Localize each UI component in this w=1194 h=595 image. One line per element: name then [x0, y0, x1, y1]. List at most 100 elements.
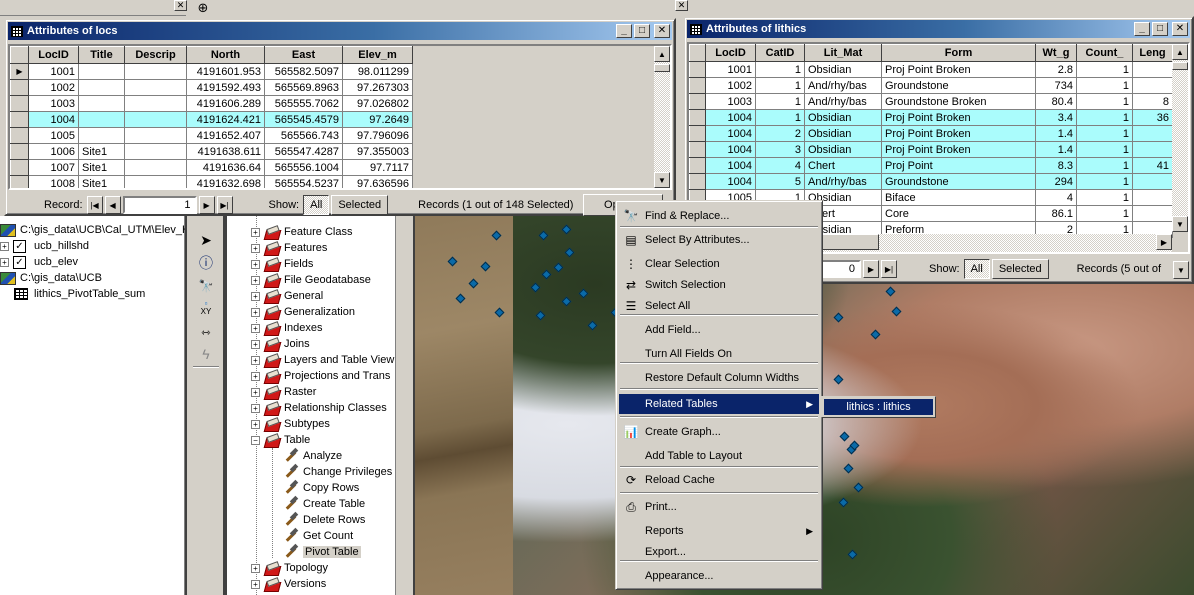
cell-form[interactable]: Groundstone: [881, 173, 1036, 190]
menu-item-find-replace[interactable]: 🔭 Find & Replace...: [619, 206, 819, 226]
row-selector[interactable]: [689, 141, 706, 158]
identify-icon[interactable]: ⓘ: [195, 253, 217, 273]
cell-elev_m[interactable]: 97.2649: [342, 111, 413, 128]
menu-item-related-tables[interactable]: Related Tables ▶: [619, 394, 819, 414]
column-header-wtg[interactable]: Wt_g: [1035, 44, 1077, 62]
maximize-button[interactable]: □: [1152, 22, 1168, 36]
cell-east[interactable]: 565554.5237: [264, 175, 343, 188]
scroll-thumb[interactable]: [1172, 62, 1188, 70]
cell-count[interactable]: 1: [1076, 77, 1133, 94]
cell-form[interactable]: Groundstone: [881, 77, 1036, 94]
hyperlink-icon[interactable]: ϟ: [195, 344, 217, 364]
cell-descrip[interactable]: [124, 111, 187, 128]
cell-title[interactable]: Site1: [78, 143, 125, 160]
zoom-in-icon[interactable]: ⊕: [193, 0, 213, 16]
row-selector[interactable]: ▶: [10, 63, 29, 80]
cell-leng[interactable]: [1132, 141, 1173, 158]
cell-north[interactable]: 4191624.421: [186, 111, 265, 128]
docked-panel-close-icon-2[interactable]: ✕: [675, 0, 688, 11]
toolset-item[interactable]: + Feature Class: [251, 224, 352, 240]
cell-locid[interactable]: 1006: [28, 143, 79, 160]
column-header-title[interactable]: Title: [78, 46, 125, 64]
toc-layer-elev[interactable]: + ✓ ucb_elev: [0, 254, 78, 270]
cell-elev_m[interactable]: 97.267303: [342, 79, 413, 96]
toolset-item[interactable]: + Generalization: [251, 304, 355, 320]
cell-descrip[interactable]: [124, 95, 187, 112]
cell-locid[interactable]: 1003: [28, 95, 79, 112]
collapse-icon[interactable]: −: [251, 435, 260, 445]
cell-title[interactable]: [78, 127, 125, 144]
show-selected-button[interactable]: Selected: [331, 195, 389, 215]
scroll-up-button[interactable]: ▲: [1172, 44, 1188, 60]
toolset-item[interactable]: + Indexes: [251, 320, 323, 336]
cell-locid[interactable]: 1005: [28, 127, 79, 144]
cell-east[interactable]: 565566.743: [264, 127, 343, 144]
cell-wtg[interactable]: 1.4: [1035, 125, 1077, 142]
scroll-thumb[interactable]: [654, 64, 670, 72]
toolset-item[interactable]: + Versions: [251, 576, 326, 592]
cell-catid[interactable]: 5: [755, 173, 805, 190]
cell-title[interactable]: Site1: [78, 175, 125, 188]
cell-count[interactable]: 1: [1076, 189, 1133, 206]
tool-item[interactable]: Copy Rows: [283, 480, 359, 496]
table-row[interactable]: 1004 5 And/rhy/bas Groundstone 294 1: [689, 173, 1173, 190]
column-header-descrip[interactable]: Descrip: [124, 46, 187, 64]
cell-north[interactable]: 4191632.698: [186, 175, 265, 188]
cell-north[interactable]: 4191601.953: [186, 63, 265, 80]
cell-count[interactable]: 1: [1076, 157, 1133, 174]
row-selector[interactable]: [689, 173, 706, 190]
column-header-locid[interactable]: LocID: [28, 46, 79, 64]
toolset-item[interactable]: + Relationship Classes: [251, 400, 387, 416]
tool-item[interactable]: Get Count: [283, 528, 353, 544]
cell-east[interactable]: 565569.8963: [264, 79, 343, 96]
cell-wtg[interactable]: 294: [1035, 173, 1077, 190]
cell-catid[interactable]: 1: [755, 61, 805, 78]
cell-locid[interactable]: 1002: [705, 77, 756, 94]
cell-locid[interactable]: 1004: [705, 157, 756, 174]
cell-wtg[interactable]: 86.1: [1035, 205, 1077, 222]
tool-item[interactable]: Create Table: [283, 496, 365, 512]
cell-leng[interactable]: 36: [1132, 109, 1173, 126]
cell-form[interactable]: Biface: [881, 189, 1036, 206]
row-selector[interactable]: [10, 111, 29, 128]
cell-catid[interactable]: 1: [755, 77, 805, 94]
row-selector[interactable]: [10, 175, 29, 188]
scroll-down-button[interactable]: ▼: [654, 172, 670, 188]
scroll-down-button[interactable]: ▼: [1172, 216, 1188, 232]
cell-locid[interactable]: 1002: [28, 79, 79, 96]
table-row[interactable]: 1004 4191624.421 565545.4579 97.2649: [10, 111, 413, 128]
row-selector[interactable]: [10, 95, 29, 112]
cell-count[interactable]: 1: [1076, 125, 1133, 142]
cell-count[interactable]: 1: [1076, 109, 1133, 126]
cell-form[interactable]: Groundstone Broken: [881, 93, 1036, 110]
show-all-button[interactable]: All: [963, 259, 990, 279]
toolset-item[interactable]: + Raster: [251, 384, 316, 400]
menu-item-add-field[interactable]: Add Field...: [619, 320, 819, 340]
record-number-input[interactable]: 1: [122, 196, 197, 214]
show-selected-button[interactable]: Selected: [991, 259, 1049, 279]
expand-icon[interactable]: +: [251, 387, 260, 397]
go-to-xy-icon[interactable]: ▫ XY: [195, 298, 217, 318]
row-selector[interactable]: [689, 109, 706, 126]
options-dropdown-button[interactable]: ▼: [1173, 261, 1189, 279]
row-selector[interactable]: [689, 77, 706, 94]
table-row[interactable]: 1007 Site1 4191636.64 565556.1004 97.7117: [10, 159, 413, 176]
cell-wtg[interactable]: 8.3: [1035, 157, 1077, 174]
cell-count[interactable]: 1: [1076, 93, 1133, 110]
cell-descrip[interactable]: [124, 127, 187, 144]
cell-leng[interactable]: [1132, 77, 1173, 94]
cell-wtg[interactable]: 2.8: [1035, 61, 1077, 78]
cell-wtg[interactable]: 80.4: [1035, 93, 1077, 110]
toolset-item[interactable]: + File Geodatabase: [251, 272, 371, 288]
toolset-item[interactable]: + Subtypes: [251, 416, 330, 432]
row-selector[interactable]: [10, 159, 29, 176]
table-row[interactable]: 1008 Site1 4191632.698 565554.5237 97.636596: [10, 175, 413, 188]
menu-item-switch-selection[interactable]: ⇄ Switch Selection: [619, 275, 819, 295]
menu-item-restore-default-column-widths[interactable]: Restore Default Column Widths: [619, 368, 819, 388]
column-header-litmat[interactable]: Lit_Mat: [804, 44, 882, 62]
cell-form[interactable]: Core: [881, 205, 1036, 222]
expand-icon[interactable]: +: [251, 371, 260, 381]
last-record-button[interactable]: ▶|: [881, 260, 897, 278]
table-row[interactable]: 1006 Site1 4191638.611 565547.4287 97.355003: [10, 143, 413, 160]
cell-elev_m[interactable]: 97.7117: [342, 159, 413, 176]
